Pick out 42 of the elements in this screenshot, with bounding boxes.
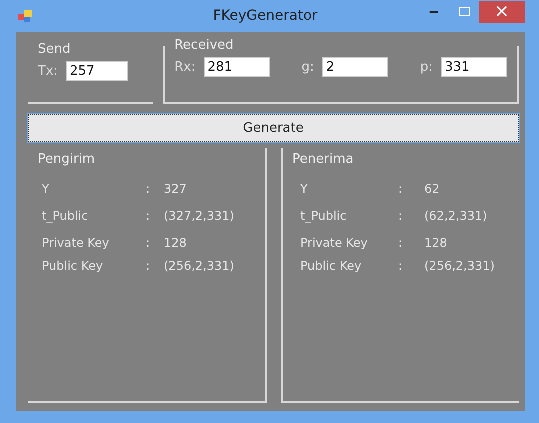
- separator-text: :: [146, 236, 152, 250]
- separator-text: :: [398, 259, 404, 273]
- field-label: Rx:: [174, 60, 196, 74]
- input-field[interactable]: 2: [322, 57, 388, 77]
- app-icon: [18, 10, 32, 22]
- separator-text: :: [146, 259, 152, 273]
- input-field[interactable]: 331: [441, 57, 507, 77]
- group-title: Received: [174, 38, 235, 53]
- field-label: g:: [302, 60, 314, 74]
- row-label: Private Key: [300, 236, 369, 250]
- input-field[interactable]: 257: [66, 61, 128, 81]
- field-label: Tx:: [38, 64, 58, 78]
- input-field[interactable]: 281: [204, 57, 270, 77]
- row-label: Private Key: [42, 236, 110, 250]
- row-label: t_Public: [300, 208, 348, 222]
- separator-text: :: [398, 208, 404, 222]
- separator-text: :: [398, 182, 404, 196]
- row-label: t_Public: [42, 208, 90, 222]
- row-value: 62: [424, 182, 440, 196]
- row-value: 327: [164, 182, 187, 196]
- row-label: Y: [42, 182, 50, 196]
- row-value: (327,2,331): [164, 208, 234, 222]
- field-label: p:: [420, 60, 433, 74]
- row-value: (62,2,331): [424, 208, 488, 222]
- separator-text: :: [146, 208, 152, 222]
- row-label: Public Key: [300, 259, 363, 273]
- row-value: 128: [164, 236, 187, 250]
- minimize-button[interactable]: ‒: [419, 1, 449, 23]
- generate-button[interactable]: Generate: [28, 114, 519, 142]
- separator-text: :: [398, 236, 404, 250]
- separator-text: :: [146, 182, 152, 196]
- group-title: Send: [38, 42, 72, 57]
- panel-title: Pengirim: [38, 152, 96, 167]
- row-value: 128: [424, 236, 448, 250]
- window-title: FKeyGenerator: [212, 8, 319, 24]
- panel-title: Penerima: [292, 152, 354, 167]
- row-value: (256,2,331): [164, 259, 234, 273]
- maximize-icon: [458, 7, 470, 16]
- row-value: (256,2,331): [424, 259, 495, 273]
- row-label: Y: [300, 182, 309, 196]
- row-label: Public Key: [42, 259, 104, 273]
- close-button[interactable]: ×: [479, 1, 525, 23]
